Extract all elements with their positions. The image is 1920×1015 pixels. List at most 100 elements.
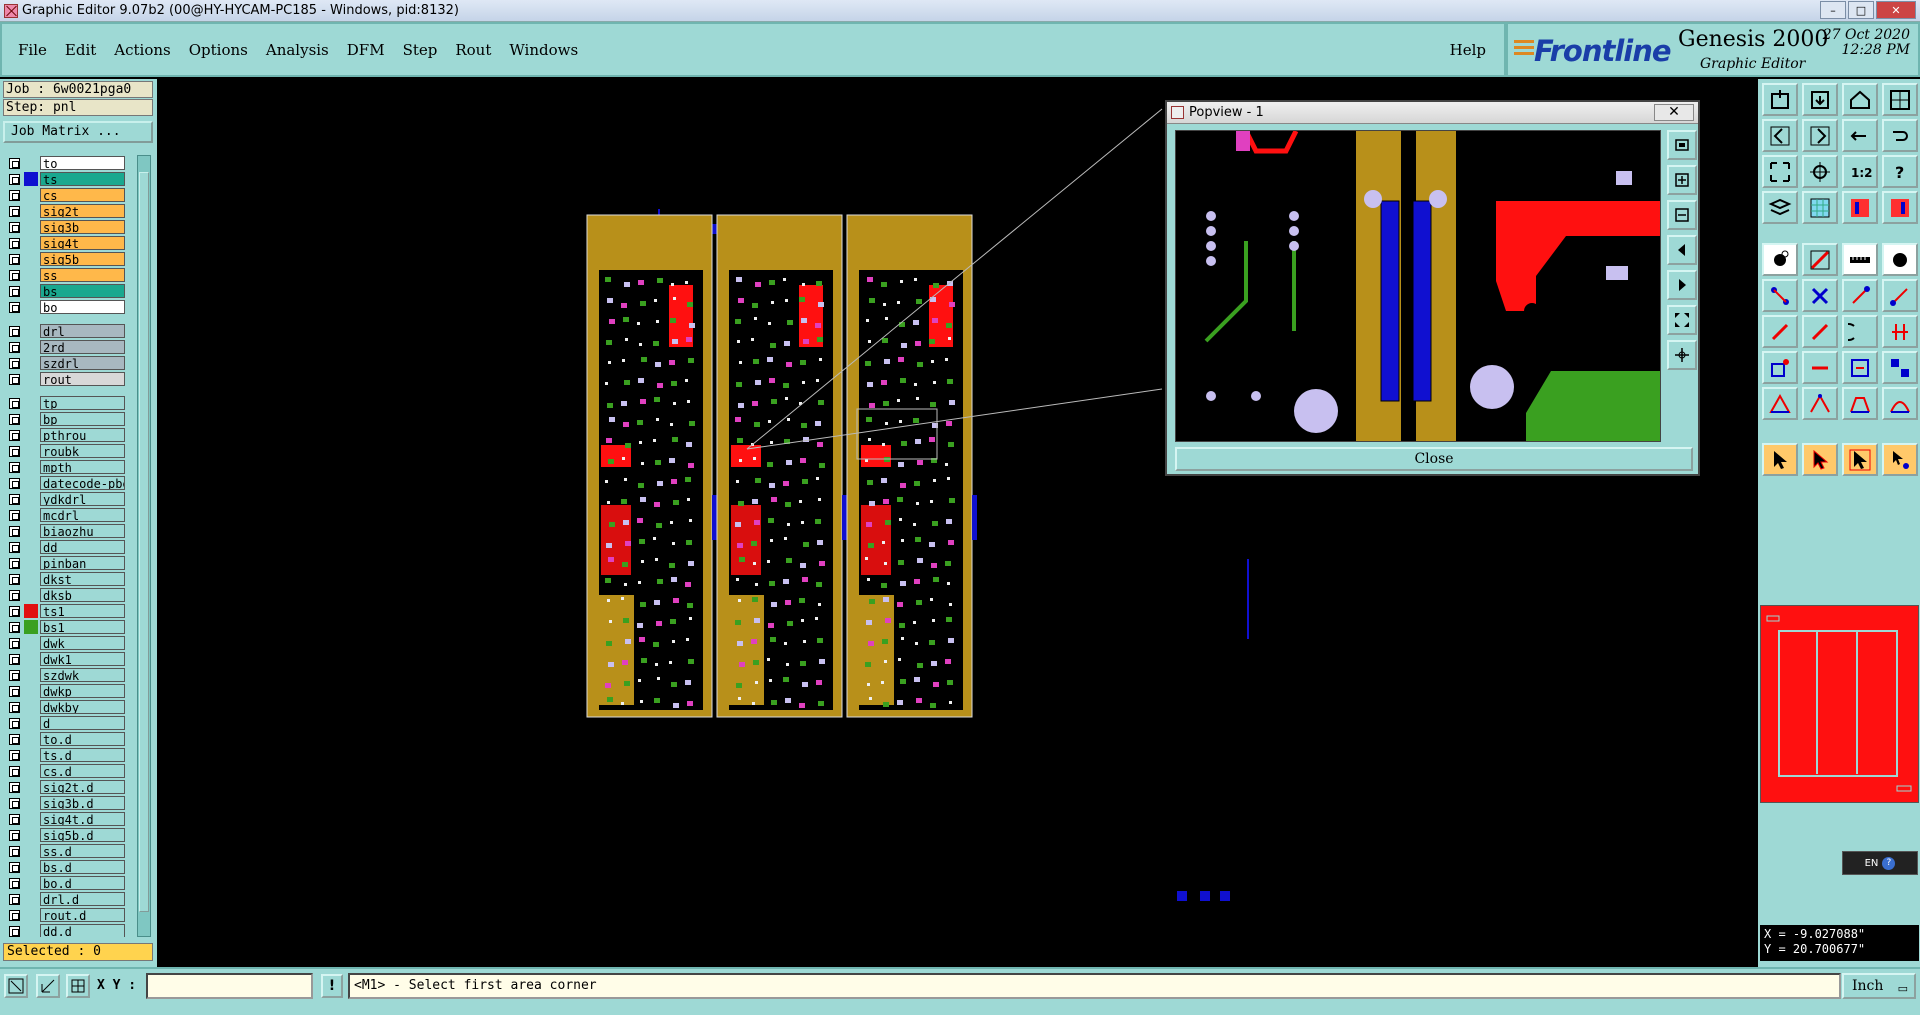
layer-checkbox[interactable] [9,717,20,729]
layer-row[interactable]: bo.d [3,875,125,891]
layer-color-swatch[interactable] [24,252,38,266]
menu-analysis[interactable]: Analysis [264,39,331,61]
layer-name[interactable]: sig3b.d [40,796,125,810]
arrow-left-icon[interactable] [1762,119,1798,152]
layer-row[interactable]: cs [3,187,125,203]
job-matrix-button[interactable]: Job Matrix ... [3,121,153,143]
minimize-button[interactable]: – [1820,1,1846,19]
layer-name[interactable]: sig5b [40,252,125,266]
layer-name[interactable]: szdwk [40,668,125,682]
menu-edit[interactable]: Edit [63,39,98,61]
layer-name[interactable]: datecode-pbe [40,476,125,490]
layer-color-swatch[interactable] [24,876,38,890]
layer-row[interactable]: tp [3,395,125,411]
layer-row[interactable]: bp [3,411,125,427]
layer-checkbox[interactable] [9,749,20,761]
layer-color-swatch[interactable] [24,924,38,937]
layer-checkbox[interactable] [9,189,20,201]
layer-name[interactable]: cs.d [40,764,125,778]
scrollbar-thumb[interactable] [139,172,149,912]
layer-row[interactable]: d [3,715,125,731]
layer-name[interactable]: dwk1 [40,652,125,666]
layer-checkbox[interactable] [9,797,20,809]
layer-row[interactable]: dwk1 [3,651,125,667]
layer-checkbox[interactable] [9,445,20,457]
grid-icon[interactable] [1802,191,1838,224]
bracket-blue-icon[interactable] [1842,351,1878,384]
layer-row[interactable]: sig3b [3,219,125,235]
layer-color-swatch[interactable] [24,444,38,458]
layer-row[interactable]: pthrou [3,427,125,443]
layer-row[interactable]: rout [3,371,125,387]
layers-icon[interactable] [1762,191,1798,224]
layer-list-scrollbar[interactable] [137,155,151,937]
layer-row[interactable]: biaozhu [3,523,125,539]
layer-name[interactable]: ydkdrl [40,492,125,506]
layer-checkbox[interactable] [9,221,20,233]
layer-name[interactable]: dwkp [40,684,125,698]
layer-name[interactable]: bo [40,300,125,314]
layer-row[interactable]: bs1 [3,619,125,635]
layer-name[interactable]: bs.d [40,860,125,874]
layer-checkbox[interactable] [9,877,20,889]
help-icon[interactable]: ? [1882,155,1918,188]
layer-row[interactable]: ts [3,171,125,187]
layer-name[interactable]: dd.d [40,924,125,937]
arc-icon[interactable] [1842,315,1878,348]
layer-row[interactable]: sig4t.d [3,811,125,827]
layer-color-swatch[interactable] [24,340,38,354]
layer-color-swatch[interactable] [24,812,38,826]
layer-row[interactable]: roubk [3,443,125,459]
popview-pan-left-icon[interactable] [1667,235,1697,265]
layer-row[interactable]: ts.d [3,747,125,763]
layer-name[interactable]: ss [40,268,125,282]
layer-color-swatch[interactable] [24,716,38,730]
layer-row[interactable]: bo [3,299,125,315]
layer-checkbox[interactable] [9,845,20,857]
menu-file[interactable]: File [16,39,49,61]
layer-checkbox[interactable] [9,893,20,905]
language-indicator[interactable]: EN ? [1842,851,1918,875]
layer-color-swatch[interactable] [24,428,38,442]
home-icon[interactable] [1842,83,1878,116]
layer-checkbox[interactable] [9,637,20,649]
layer-name[interactable]: sig4t [40,236,125,250]
layer-name[interactable]: drl.d [40,892,125,906]
layer-row[interactable]: dwkp [3,683,125,699]
layer-checkbox[interactable] [9,765,20,777]
layer-name[interactable]: sig3b [40,220,125,234]
layer-color-swatch[interactable] [24,668,38,682]
layer-name[interactable]: szdrl [40,356,125,370]
popview-zoom-out-icon[interactable] [1667,200,1697,230]
popview-zoom-in-icon[interactable] [1667,165,1697,195]
layer-row[interactable]: sig4t [3,235,125,251]
line-red-icon[interactable] [1802,243,1838,276]
layer-checkbox[interactable] [9,357,20,369]
xy-input[interactable] [146,973,313,999]
layer-checkbox[interactable] [9,373,20,385]
layer-color-swatch[interactable] [24,188,38,202]
menu-options[interactable]: Options [187,39,250,61]
overview-minimap[interactable] [1760,605,1919,803]
layer-color-swatch[interactable] [24,524,38,538]
layer-name[interactable]: ts.d [40,748,125,762]
layer-color-swatch[interactable] [24,540,38,554]
layer-row[interactable]: dkst [3,571,125,587]
layer-checkbox[interactable] [9,413,20,425]
layer-color-swatch[interactable] [24,172,38,186]
layer-color-swatch[interactable] [24,604,38,618]
layer-checkbox[interactable] [9,701,20,713]
layer-row[interactable]: rout.d [3,907,125,923]
ratio-icon[interactable]: 1:2 [1842,155,1878,188]
layer-color-swatch[interactable] [24,156,38,170]
center-icon[interactable] [1802,155,1838,188]
layer-name[interactable]: pthrou [40,428,125,442]
layer-color-swatch[interactable] [24,620,38,634]
tri-a-icon[interactable] [1762,387,1798,420]
layer-checkbox[interactable] [9,493,20,505]
tri-b-icon[interactable] [1802,387,1838,420]
layer-color-swatch[interactable] [24,860,38,874]
layer-row[interactable]: bs.d [3,859,125,875]
flow-icon[interactable] [1882,351,1918,384]
layer-color-swatch[interactable] [24,356,38,370]
